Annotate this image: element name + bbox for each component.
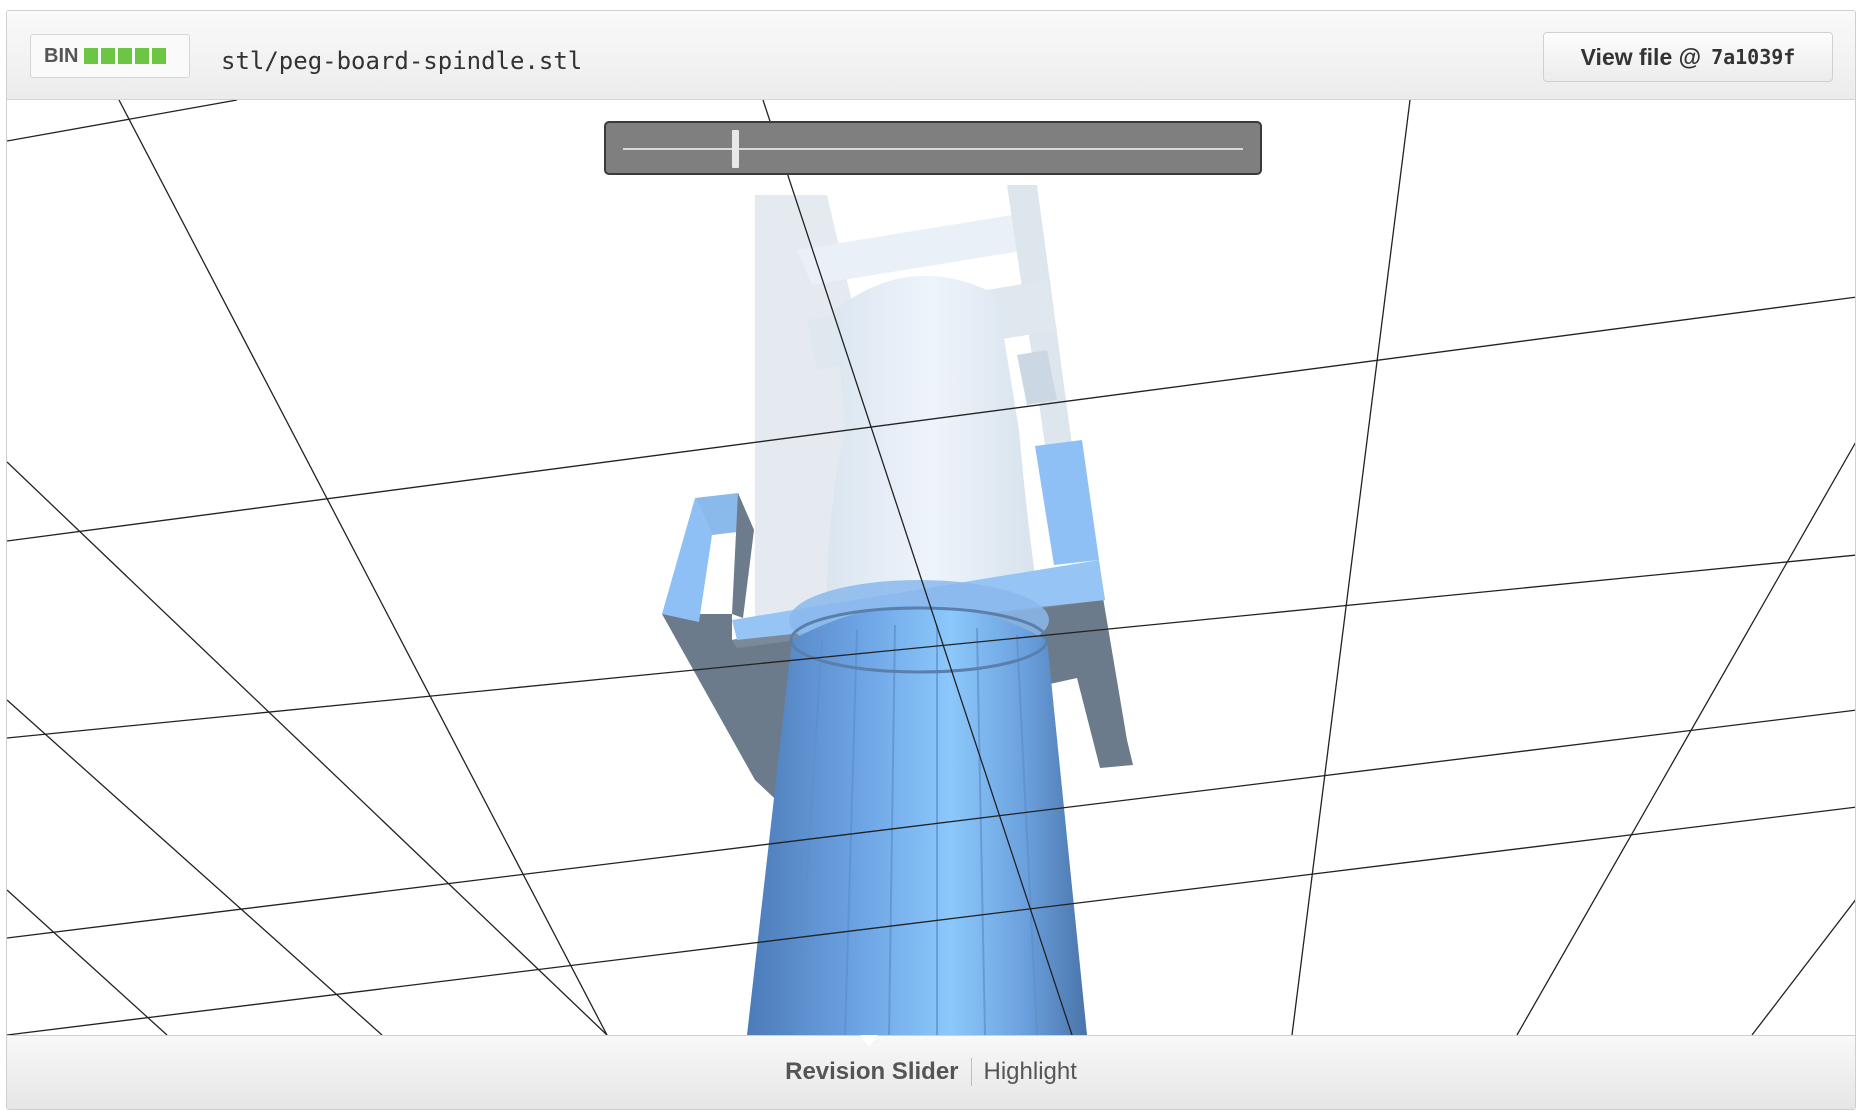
binary-file-badge: BIN <box>30 34 190 78</box>
diffstat-block <box>118 48 133 64</box>
view-file-label: View file @ <box>1580 43 1702 70</box>
diffstat-block <box>84 48 99 64</box>
diffstat-block <box>101 48 116 64</box>
view-file-button[interactable]: View file @ 7a1039f <box>1543 32 1833 82</box>
file-path: stl/peg-board-spindle.stl <box>221 47 583 75</box>
bin-label: BIN <box>44 44 79 67</box>
tab-revision-slider[interactable]: Revision Slider <box>773 1058 970 1086</box>
stl-render <box>7 100 1855 1035</box>
slider-track <box>623 148 1243 150</box>
slider-handle[interactable] <box>731 130 739 168</box>
viewer-mode-tabs: Revision Slider Highlight <box>7 1058 1855 1086</box>
diffstat-blocks <box>84 48 167 64</box>
viewer-footer: Revision Slider Highlight <box>7 1035 1855 1109</box>
file-header: BIN stl/peg-board-spindle.stl View file … <box>7 11 1855 100</box>
tab-highlight[interactable]: Highlight <box>972 1058 1089 1086</box>
stl-file-view: BIN stl/peg-board-spindle.stl View file … <box>6 10 1856 1110</box>
diffstat-block <box>135 48 150 64</box>
revision-slider[interactable] <box>604 121 1262 175</box>
commit-sha: 7a1039f <box>1711 45 1796 69</box>
diffstat-block <box>152 48 167 64</box>
active-tab-pointer-icon <box>860 1035 878 1047</box>
stl-3d-viewer[interactable] <box>7 100 1855 1035</box>
